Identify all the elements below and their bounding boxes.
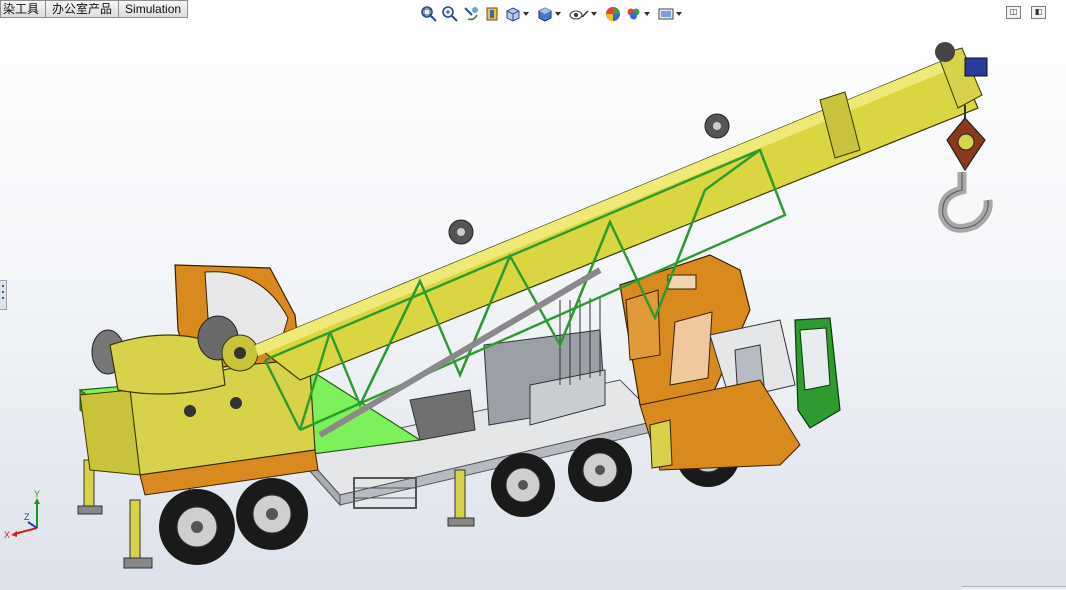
grip-dot: [2, 297, 4, 299]
window-controls: ◫ ◧: [1006, 6, 1046, 19]
wheel: [159, 489, 235, 565]
tab-office-products[interactable]: 办公室产品: [46, 0, 120, 18]
zoom-to-fit-button[interactable]: [420, 5, 438, 23]
view-orientation-icon: [506, 7, 520, 22]
model-viewport[interactable]: [0, 0, 1066, 590]
triad-x-axis: [13, 527, 38, 535]
zoom-to-area-icon: [442, 6, 458, 22]
view-settings-icon: [658, 8, 674, 20]
chevron-down-icon: [676, 12, 682, 16]
boom-pulley: [448, 219, 474, 245]
wheel: [491, 453, 555, 517]
zoom-to-fit-icon: [421, 6, 437, 22]
edit-appearance-button[interactable]: [604, 5, 622, 23]
section-view-icon: [486, 7, 498, 21]
chevron-down-icon: [555, 12, 561, 16]
grip-dot: [2, 285, 4, 287]
crane-boom: [253, 42, 988, 381]
chevron-down-icon: [591, 12, 597, 16]
wheel: [236, 478, 308, 550]
command-manager-tabs: 染工具 办公室产品 Simulation: [0, 0, 189, 18]
view-settings-button[interactable]: [657, 5, 686, 23]
hide-show-items-button[interactable]: [568, 5, 601, 23]
display-style-button[interactable]: [536, 5, 565, 23]
previous-view-icon: [464, 7, 478, 21]
boom-pulley: [704, 113, 730, 139]
close-viewport-button[interactable]: ◧: [1031, 6, 1046, 19]
truck-cab: [619, 254, 801, 471]
cab-door: [794, 317, 841, 429]
edit-appearance-icon: [606, 7, 620, 21]
zoom-to-area-button[interactable]: [441, 5, 459, 23]
apply-scene-button[interactable]: [625, 5, 654, 23]
triad-z-label: Z: [24, 512, 30, 522]
triad-z-axis: [27, 521, 38, 529]
chevron-down-icon: [644, 12, 650, 16]
panel-collapse-handle[interactable]: [0, 280, 7, 310]
chevron-down-icon: [523, 12, 529, 16]
display-style-icon: [538, 7, 552, 22]
view-orientation-button[interactable]: [504, 5, 533, 23]
restore-viewport-button[interactable]: ◫: [1006, 6, 1021, 19]
reference-triad: X Y Z: [4, 490, 40, 540]
grip-dot: [2, 291, 4, 293]
hook-block: [938, 105, 993, 233]
hide-show-items-icon: [569, 10, 589, 20]
tab-rendering-tools[interactable]: 染工具: [0, 0, 47, 18]
triad-x-label: X: [4, 530, 10, 540]
apply-scene-icon: [627, 8, 640, 20]
section-view-button[interactable]: [483, 5, 501, 23]
heads-up-view-toolbar: [420, 4, 686, 24]
triad-y-label: Y: [34, 490, 40, 499]
wheel: [568, 438, 632, 502]
status-strip: [962, 586, 1066, 590]
tab-simulation[interactable]: Simulation: [119, 0, 189, 18]
triad-x-arrow: [11, 531, 17, 537]
previous-view-button[interactable]: [462, 5, 480, 23]
